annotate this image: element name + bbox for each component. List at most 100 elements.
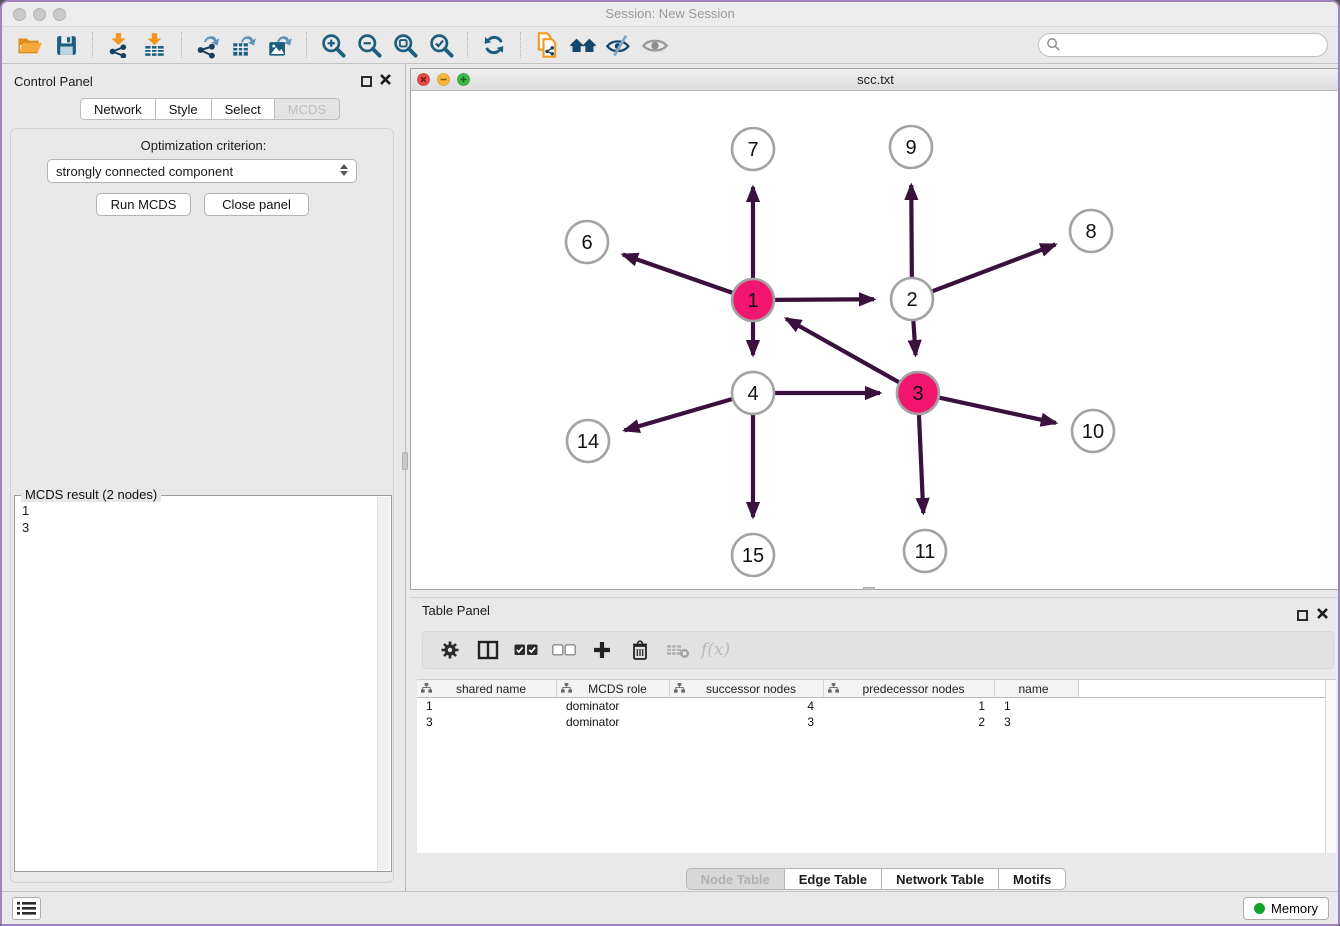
open-folder-icon <box>17 32 43 58</box>
node-label-1: 1 <box>747 290 758 312</box>
network-canvas[interactable]: 7968124314101511 <box>411 91 1340 589</box>
column-view-button[interactable] <box>471 635 505 665</box>
hide-selected-button[interactable] <box>601 30 637 60</box>
tab-network-table[interactable]: Network Table <box>882 868 999 890</box>
show-all-button[interactable] <box>637 30 673 60</box>
plus-icon <box>592 640 612 660</box>
delete-table-button[interactable] <box>661 635 695 665</box>
edge-3-11[interactable] <box>919 415 923 513</box>
column-sort-icon <box>828 683 839 694</box>
table-toolbar: f(x) <box>422 631 1334 669</box>
cell-successor-nodes[interactable]: 4 <box>670 699 824 713</box>
save-icon <box>54 33 79 58</box>
task-history-button[interactable] <box>12 897 41 920</box>
column-header-name[interactable]: name <box>995 680 1079 697</box>
table-close-icon[interactable] <box>1316 607 1329 620</box>
search-input[interactable] <box>1038 33 1328 57</box>
first-neighbors-icon <box>533 31 561 59</box>
run-mcds-button[interactable]: Run MCDS <box>96 193 191 216</box>
control-panel: Control Panel NetworkStyleSelectMCDS Opt… <box>2 64 406 891</box>
float-panel-icon[interactable] <box>361 76 372 87</box>
edge-2-8[interactable] <box>933 244 1056 291</box>
table-panel: Table Panel <box>410 597 1340 890</box>
tab-motifs[interactable]: Motifs <box>999 868 1066 890</box>
edge-1-6[interactable] <box>623 255 732 293</box>
node-table: shared nameMCDS rolesuccessor nodesprede… <box>417 679 1336 853</box>
toolbar-separator <box>467 32 468 58</box>
cell-MCDS-role[interactable]: dominator <box>557 699 670 713</box>
cell-predecessor-nodes[interactable]: 1 <box>824 699 995 713</box>
column-sort-icon <box>674 683 685 694</box>
tab-select[interactable]: Select <box>212 98 275 120</box>
table-settings-button[interactable] <box>433 635 467 665</box>
close-panel-icon[interactable] <box>379 73 392 86</box>
column-header-shared-name[interactable]: shared name <box>417 680 557 697</box>
zoom-in-icon <box>320 32 347 59</box>
tab-style[interactable]: Style <box>156 98 212 120</box>
table-scrollbar[interactable] <box>1325 680 1336 853</box>
network-window-title: scc.txt <box>411 72 1340 87</box>
column-sort-icon <box>421 683 432 694</box>
edge-3-1[interactable] <box>786 319 899 383</box>
mcds-result-list[interactable]: 1 3 <box>15 498 375 869</box>
import-table-button[interactable] <box>137 30 173 60</box>
home-layout-button[interactable] <box>565 30 601 60</box>
create-column-button[interactable] <box>585 635 619 665</box>
open-session-button[interactable] <box>12 30 48 60</box>
network-window-titlebar[interactable]: scc.txt <box>411 69 1340 91</box>
canvas-resize-grip[interactable] <box>863 587 875 590</box>
edge-3-10[interactable] <box>939 398 1055 423</box>
edge-4-14[interactable] <box>624 399 731 430</box>
window-title: Session: New Session <box>2 6 1338 21</box>
export-table-icon <box>231 32 258 59</box>
function-builder-button[interactable]: f(x) <box>701 640 730 660</box>
cell-shared-name[interactable]: 1 <box>417 699 557 713</box>
tab-node-table[interactable]: Node Table <box>686 868 785 890</box>
save-session-button[interactable] <box>48 30 84 60</box>
column-sort-icon <box>561 683 572 694</box>
criterion-value: strongly connected component <box>56 164 233 179</box>
select-all-rows-button[interactable] <box>509 635 543 665</box>
deselect-all-rows-button[interactable] <box>547 635 581 665</box>
home-layout-icon <box>569 31 597 59</box>
column-header-successor-nodes[interactable]: successor nodes <box>670 680 824 697</box>
cell-successor-nodes[interactable]: 3 <box>670 715 824 729</box>
search-field <box>1038 33 1328 57</box>
refresh-button[interactable] <box>476 30 512 60</box>
cell-name[interactable]: 3 <box>995 715 1079 729</box>
zoom-in-button[interactable] <box>315 30 351 60</box>
zoom-selected-button[interactable] <box>423 30 459 60</box>
node-label-15: 15 <box>742 545 764 567</box>
zoom-out-button[interactable] <box>351 30 387 60</box>
cell-predecessor-nodes[interactable]: 2 <box>824 715 995 729</box>
export-image-button[interactable] <box>262 30 298 60</box>
export-network-button[interactable] <box>190 30 226 60</box>
close-panel-button[interactable]: Close panel <box>204 193 309 216</box>
tab-network[interactable]: Network <box>80 98 156 120</box>
zoom-fit-button[interactable] <box>387 30 423 60</box>
cell-MCDS-role[interactable]: dominator <box>557 715 670 729</box>
delete-column-button[interactable] <box>623 635 657 665</box>
edge-2-9[interactable] <box>911 185 912 277</box>
column-header-predecessor-nodes[interactable]: predecessor nodes <box>824 680 995 697</box>
criterion-select[interactable]: strongly connected component <box>47 159 357 183</box>
column-header-MCDS-role[interactable]: MCDS role <box>557 680 670 697</box>
splitter-grip[interactable] <box>402 452 408 470</box>
result-scrollbar[interactable] <box>377 497 390 870</box>
tab-edge-table[interactable]: Edge Table <box>785 868 882 890</box>
tab-mcds[interactable]: MCDS <box>275 98 340 120</box>
table-row[interactable]: 1dominator411 <box>417 698 1336 714</box>
checked-boxes-icon <box>514 644 538 656</box>
table-row[interactable]: 3dominator323 <box>417 714 1336 730</box>
cell-shared-name[interactable]: 3 <box>417 715 557 729</box>
first-neighbors-button[interactable] <box>529 30 565 60</box>
network-graph[interactable]: 7968124314101511 <box>411 91 1340 589</box>
table-float-icon[interactable] <box>1297 610 1308 621</box>
import-network-button[interactable] <box>101 30 137 60</box>
edge-1-2[interactable] <box>775 299 874 300</box>
edge-2-3[interactable] <box>913 321 915 355</box>
cell-name[interactable]: 1 <box>995 699 1079 713</box>
delete-table-icon <box>666 640 690 660</box>
memory-button[interactable]: Memory <box>1243 897 1329 920</box>
export-table-button[interactable] <box>226 30 262 60</box>
